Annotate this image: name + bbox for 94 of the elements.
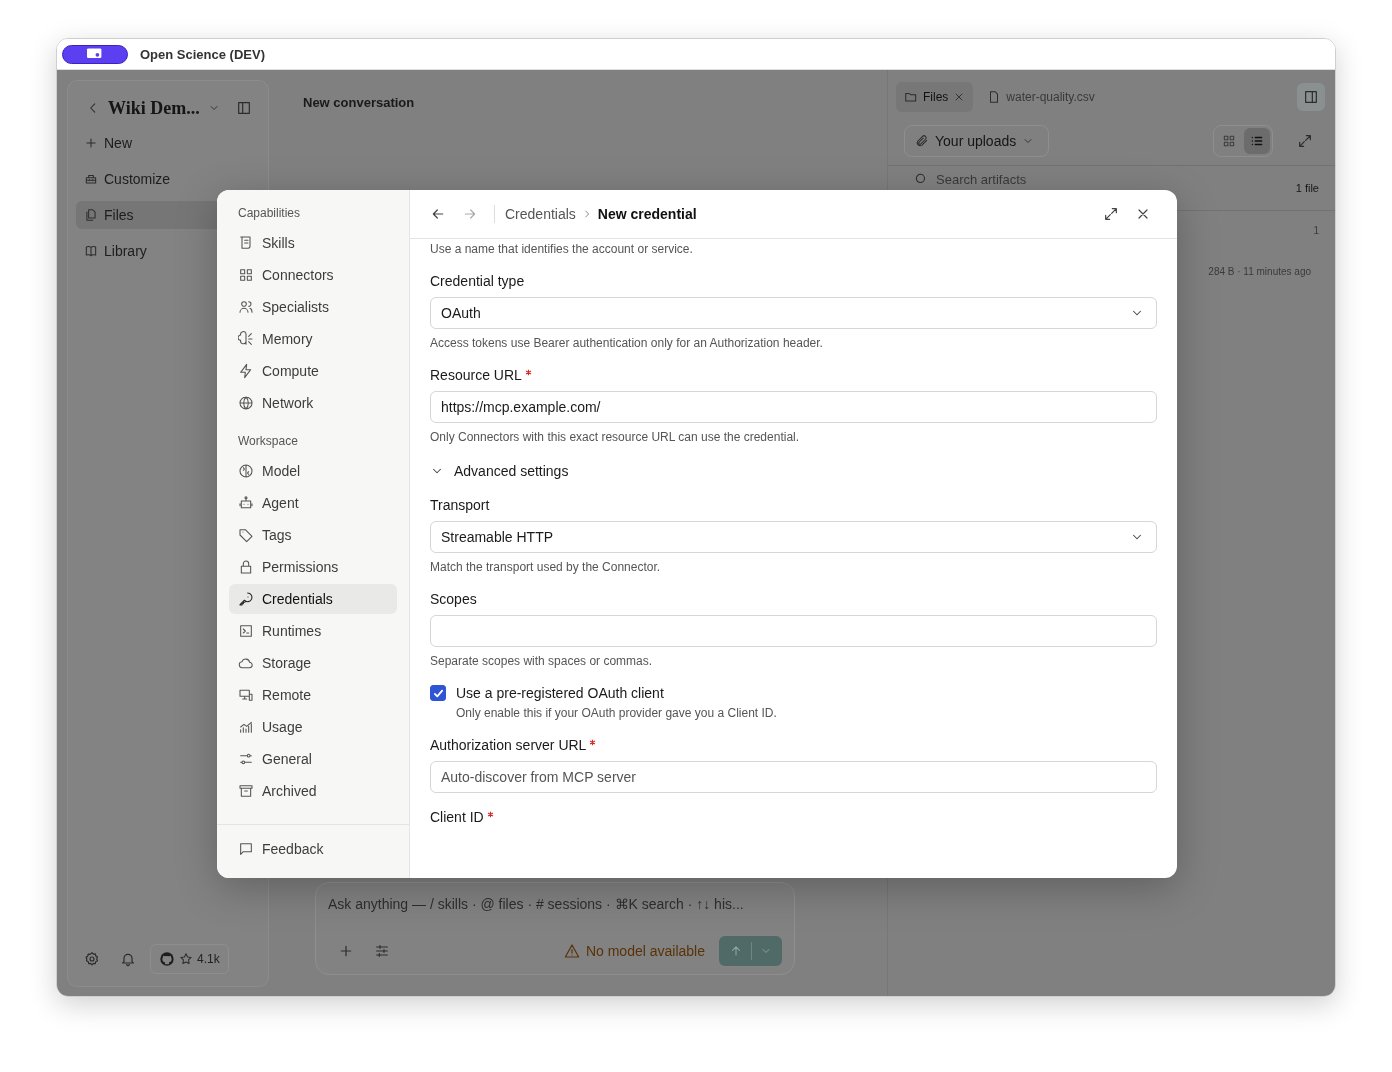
grid-icon: [1222, 134, 1236, 148]
field-label: Resource URL: [430, 367, 522, 383]
file-tab[interactable]: Files: [896, 82, 974, 112]
plus-icon[interactable]: [338, 943, 354, 959]
nav-item[interactable]: Credentials: [229, 584, 397, 614]
window-title: Open Science (DEV): [140, 46, 265, 62]
warning-icon: [563, 943, 580, 959]
table-cell: 1: [1313, 225, 1319, 236]
field-hint: Access tokens use Bearer authentication only for an Authorization header.: [430, 335, 824, 351]
nav-item[interactable]: General: [229, 744, 397, 774]
tag-icon: [238, 527, 254, 543]
source-dropdown[interactable]: Your uploads: [904, 125, 1050, 157]
field-hint: Only Connectors with this exact resource URL can use the credential.: [430, 429, 801, 445]
expand-icon[interactable]: [1103, 206, 1119, 222]
required-asterisk-icon: [589, 739, 597, 746]
folder-icon: [904, 90, 918, 104]
select-field[interactable]: OAuth: [430, 297, 1157, 329]
breadcrumb-current: New credential: [597, 206, 697, 222]
checkbox[interactable]: [430, 685, 446, 701]
users-icon: [238, 299, 254, 315]
nav-item[interactable]: Compute: [229, 356, 397, 386]
grid-icon: [238, 267, 254, 283]
bolt-icon: [238, 363, 254, 379]
list-view-button[interactable]: [1244, 128, 1270, 154]
nav-item[interactable]: Model: [229, 456, 397, 486]
panel-toggle-button[interactable]: [1297, 83, 1325, 111]
field-hint: Match the transport used by the Connector.: [430, 559, 662, 575]
chart-icon: [238, 719, 254, 735]
file-count: 1 file: [1295, 182, 1319, 194]
nav-item[interactable]: Tags: [229, 520, 397, 550]
star-icon: [179, 952, 193, 966]
nav-item[interactable]: Agent: [229, 488, 397, 518]
select-field[interactable]: Streamable HTTP: [430, 521, 1157, 553]
files-icon: [84, 208, 98, 222]
panel-icon: [1303, 89, 1319, 105]
globe-icon: [238, 395, 254, 411]
section-toggle[interactable]: Advanced settings: [430, 461, 1157, 481]
file-meta: 284 B · 11 minutes ago: [1208, 266, 1311, 277]
nav-item[interactable]: Feedback: [229, 834, 397, 864]
cloud-icon: [238, 655, 254, 671]
nav-item[interactable]: Specialists: [229, 292, 397, 322]
sliders-icon[interactable]: [374, 943, 390, 959]
input-field[interactable]: [430, 615, 1157, 647]
nav-item[interactable]: Remote: [229, 680, 397, 710]
field-hint: Use a name that identifies the account or service.: [430, 241, 694, 257]
required-asterisk-icon: [524, 369, 532, 376]
lock-icon: [238, 559, 254, 575]
robot-icon: [238, 495, 254, 511]
sliders-icon: [238, 751, 254, 767]
field-label: Credential type: [430, 273, 525, 289]
nav-item[interactable]: Archived: [229, 776, 397, 806]
field-label: Scopes: [430, 591, 477, 607]
nav-item[interactable]: Memory: [229, 324, 397, 354]
required-asterisk-icon: [486, 811, 494, 818]
sidebar-item[interactable]: New: [76, 129, 260, 157]
field-hint: Only enable this if your OAuth provider gave you a Client ID.: [455, 705, 778, 721]
input-field[interactable]: https://mcp.example.com/: [430, 391, 1157, 423]
plus-icon: [84, 136, 98, 150]
nav-item[interactable]: Runtimes: [229, 616, 397, 646]
devices-icon: [238, 687, 254, 703]
bell-icon[interactable]: [120, 951, 136, 967]
nav-item[interactable]: Permissions: [229, 552, 397, 582]
field-label: Transport: [430, 497, 490, 513]
field-label: Client ID: [430, 809, 484, 825]
message-input[interactable]: Ask anything — / skills · @ files · # sessions · ⌘K search · ↑↓ his...: [328, 895, 782, 933]
archive-icon: [238, 783, 254, 799]
search-icon: [914, 172, 928, 186]
toolbox-icon: [84, 172, 98, 186]
back-arrow-icon[interactable]: [430, 206, 446, 222]
sidebar-item[interactable]: Customize: [76, 165, 260, 193]
model-warning: No model available: [563, 943, 705, 959]
terminal-icon: [238, 623, 254, 639]
field-hint: Separate scopes with spaces or commas.: [430, 653, 654, 669]
breadcrumb-link[interactable]: Credentials: [505, 206, 576, 222]
scroll-icon: [238, 235, 254, 251]
paperclip-icon: [915, 134, 929, 148]
forward-arrow-icon[interactable]: [462, 206, 478, 222]
book-icon: [84, 244, 98, 258]
nav-item[interactable]: Usage: [229, 712, 397, 742]
input-field[interactable]: Auto-discover from MCP server: [430, 761, 1157, 793]
message-icon: [238, 841, 254, 857]
settings-icon[interactable]: [84, 951, 100, 967]
nav-item[interactable]: Network: [229, 388, 397, 418]
conversation-title: New conversation: [303, 95, 416, 110]
field-label: Authorization server URL: [430, 737, 587, 753]
nav-heading: Workspace: [237, 434, 299, 450]
list-icon: [1250, 134, 1264, 148]
key-icon: [238, 591, 254, 607]
nav-item[interactable]: Storage: [229, 648, 397, 678]
checkbox-label: Use a pre-registered OAuth client: [456, 685, 664, 701]
repo-stars-button[interactable]: 4.1k: [150, 944, 229, 974]
sidebar-toggle-icon[interactable]: [236, 100, 252, 116]
workspace-name[interactable]: Wiki Dem...: [108, 97, 200, 119]
arrow-up-icon: [729, 944, 743, 958]
